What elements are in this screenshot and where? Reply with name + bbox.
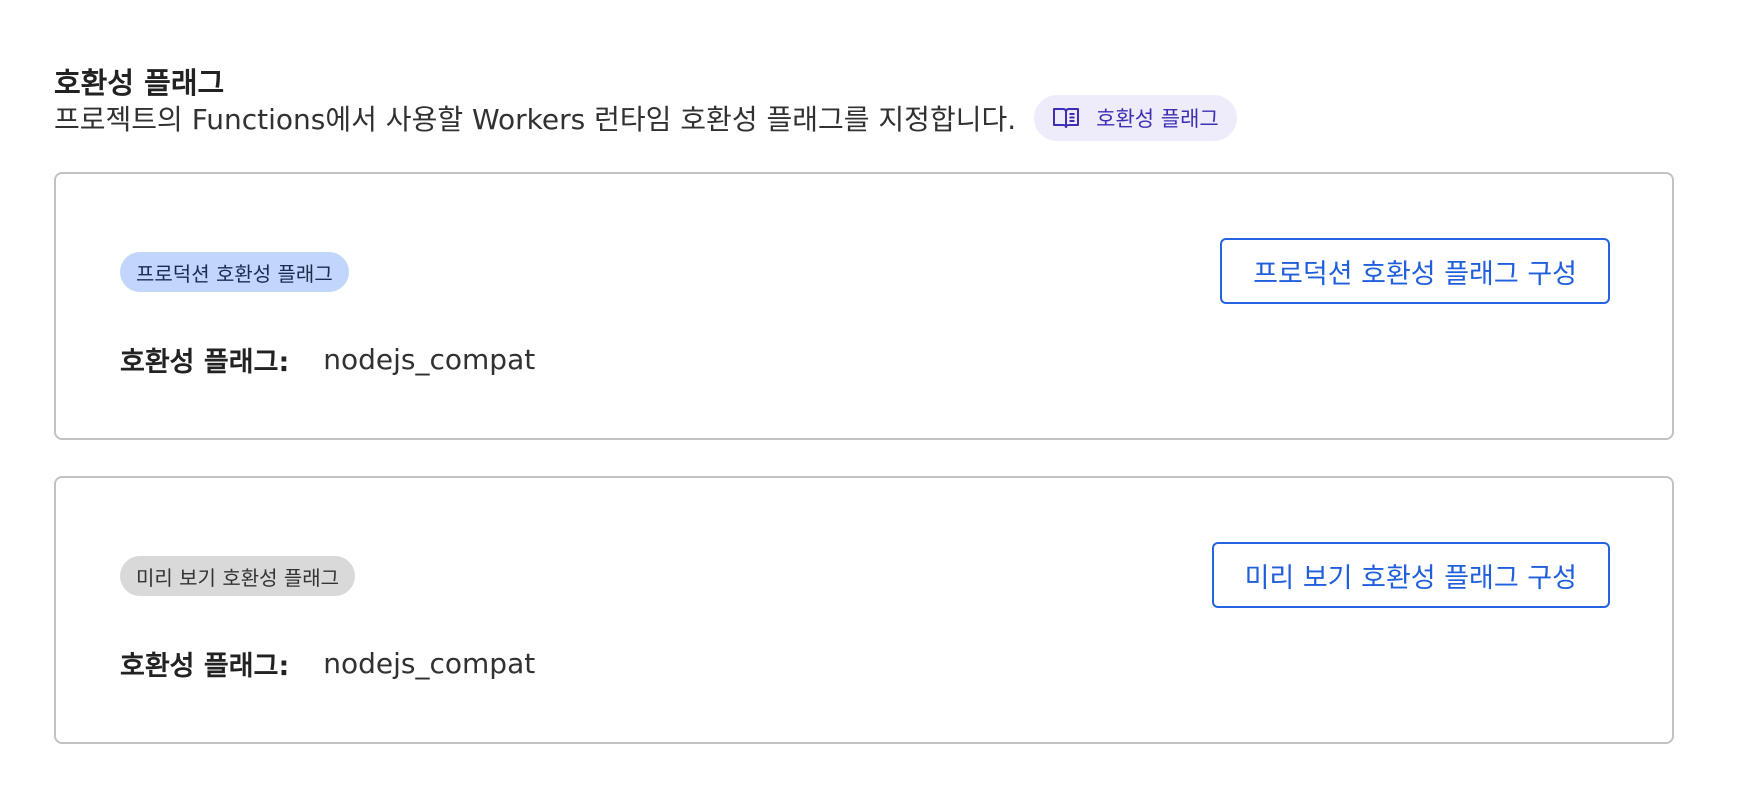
production-flags-value: nodejs_compat bbox=[323, 343, 536, 376]
docs-link-label: 호환성 플래그 bbox=[1096, 107, 1219, 131]
production-flags-row: 호환성 플래그: nodejs_compat bbox=[120, 340, 535, 379]
preview-flags-value: nodejs_compat bbox=[323, 647, 536, 680]
production-flags-label: 호환성 플래그: bbox=[120, 347, 290, 378]
configure-production-flags-button[interactable]: 프로덕션 호환성 플래그 구성 bbox=[1220, 238, 1610, 304]
preview-flags-card: 미리 보기 호환성 플래그 미리 보기 호환성 플래그 구성 호환성 플래그: … bbox=[54, 476, 1674, 744]
production-flags-card: 프로덕션 호환성 플래그 프로덕션 호환성 플래그 구성 호환성 플래그: no… bbox=[54, 172, 1674, 440]
docs-link-compatibility-flags[interactable]: 호환성 플래그 bbox=[1034, 95, 1237, 141]
section-description: 프로젝트의 Functions에서 사용할 Workers 런타임 호환성 플래… bbox=[54, 103, 1017, 136]
configure-preview-flags-button[interactable]: 미리 보기 호환성 플래그 구성 bbox=[1211, 542, 1610, 608]
preview-flags-row: 호환성 플래그: nodejs_compat bbox=[120, 644, 535, 683]
book-open-icon bbox=[1052, 106, 1082, 130]
preview-flags-label: 호환성 플래그: bbox=[120, 651, 290, 682]
production-badge: 프로덕션 호환성 플래그 bbox=[120, 252, 349, 292]
preview-badge: 미리 보기 호환성 플래그 bbox=[120, 556, 356, 596]
section-description-row: 프로젝트의 Functions에서 사용할 Workers 런타임 호환성 플래… bbox=[54, 95, 1237, 141]
